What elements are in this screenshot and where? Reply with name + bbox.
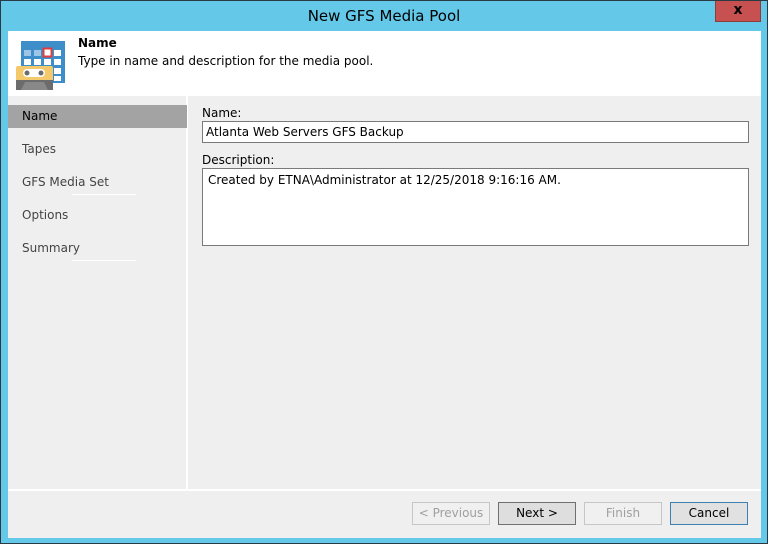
nav-divider	[72, 260, 136, 261]
step-description: Type in name and description for the med…	[78, 54, 374, 68]
wizard-window: New GFS Media Pool x Name Type in name a…	[0, 0, 768, 544]
window-title: New GFS Media Pool	[307, 7, 461, 25]
description-textarea[interactable]: Created by ETNA\Administrator at 12/25/2…	[202, 168, 749, 246]
step-title: Name	[78, 36, 117, 50]
name-input[interactable]: Atlanta Web Servers GFS Backup	[202, 121, 749, 143]
nav-step-summary[interactable]: Summary	[8, 237, 187, 260]
close-icon: x	[733, 2, 743, 18]
nav-divider	[72, 194, 136, 195]
footer-divider	[8, 489, 761, 491]
close-button[interactable]: x	[715, 1, 761, 22]
wizard-header: Name Type in name and description for th…	[8, 31, 761, 96]
previous-button[interactable]: < Previous	[412, 502, 490, 525]
nav-step-name[interactable]: Name	[8, 105, 187, 128]
media-pool-tape-calendar-icon	[16, 41, 65, 90]
wizard-client-area: Name Type in name and description for th…	[8, 31, 761, 538]
step-content: Name: Atlanta Web Servers GFS Backup Des…	[190, 96, 761, 489]
finish-button[interactable]: Finish	[584, 502, 662, 525]
wizard-steps-nav: Name Tapes GFS Media Set Options Summary	[8, 96, 188, 489]
name-label: Name:	[202, 106, 242, 120]
cancel-button[interactable]: Cancel	[670, 502, 748, 525]
next-button[interactable]: Next >	[498, 502, 576, 525]
nav-step-tapes[interactable]: Tapes	[8, 138, 187, 161]
description-label: Description:	[202, 153, 275, 167]
nav-step-options[interactable]: Options	[8, 204, 187, 227]
nav-step-gfs-media-set[interactable]: GFS Media Set	[8, 171, 187, 194]
